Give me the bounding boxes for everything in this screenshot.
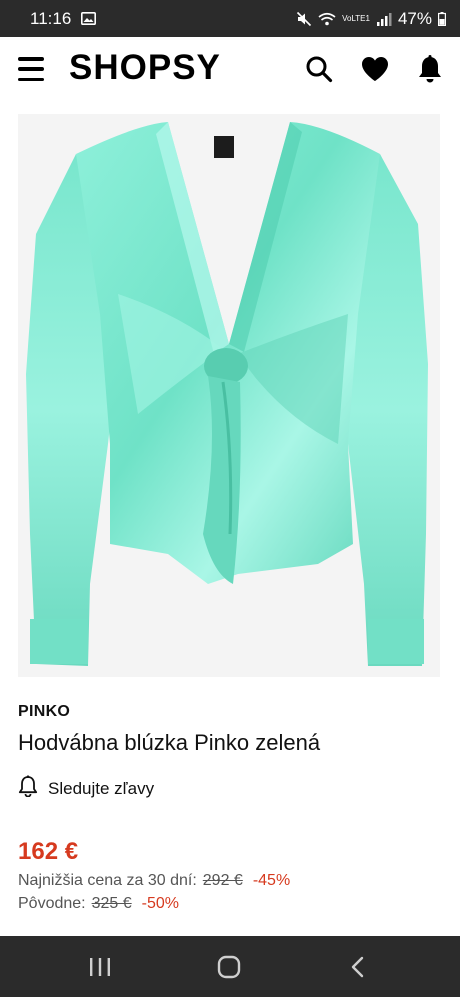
bell-icon[interactable]: [414, 53, 446, 85]
recents-icon[interactable]: [85, 952, 115, 982]
original-price: Pôvodne: 325 € -50%: [18, 895, 179, 913]
search-icon[interactable]: [303, 53, 335, 85]
lowest-price-label: Najnižšia cena za 30 dní:: [18, 872, 197, 889]
lowest-price-30-days: Najnižšia cena za 30 dní: 292 € -45%: [18, 872, 290, 890]
status-right: VoLTE1 47%: [296, 9, 446, 29]
brand-name[interactable]: PINKO: [18, 703, 70, 721]
watch-discounts-button[interactable]: Sledujte zľavy: [18, 775, 154, 802]
current-price: 162 €: [18, 838, 79, 865]
home-icon[interactable]: [214, 952, 244, 982]
original-price-discount: -50%: [141, 895, 180, 912]
wifi-icon: [318, 12, 336, 26]
app-header: SHOPSY: [0, 37, 460, 101]
original-price-label: Pôvodne:: [18, 895, 86, 912]
volte-icon: VoLTE1: [342, 13, 370, 23]
product-title: Hodvábna blúzka Pinko zelená: [18, 730, 321, 755]
status-time: 11:16: [30, 8, 72, 28]
watch-discounts-label: Sledujte zľavy: [48, 778, 155, 798]
product-photo: [18, 114, 440, 677]
menu-icon[interactable]: [18, 57, 44, 81]
bell-outline-icon: [18, 775, 38, 802]
mute-icon: [296, 11, 312, 27]
heart-icon[interactable]: [359, 53, 391, 85]
battery-percent: 47%: [397, 8, 432, 28]
original-price-old: 325 €: [91, 895, 132, 912]
product-image[interactable]: [18, 114, 440, 677]
lowest-price-discount: -45%: [252, 872, 291, 889]
shopsy-logo[interactable]: SHOPSY: [69, 48, 221, 88]
network-label: VoLTE1: [342, 13, 370, 23]
gallery-notification-icon: [81, 12, 97, 25]
back-icon[interactable]: [343, 952, 373, 982]
signal-icon: [376, 12, 392, 26]
status-bar: 11:16 VoLTE1 47%: [0, 0, 460, 37]
status-left: 11:16: [30, 8, 97, 29]
system-nav-bar: [0, 936, 460, 997]
lowest-price-old: 292 €: [202, 872, 243, 889]
battery-icon: [438, 11, 446, 26]
